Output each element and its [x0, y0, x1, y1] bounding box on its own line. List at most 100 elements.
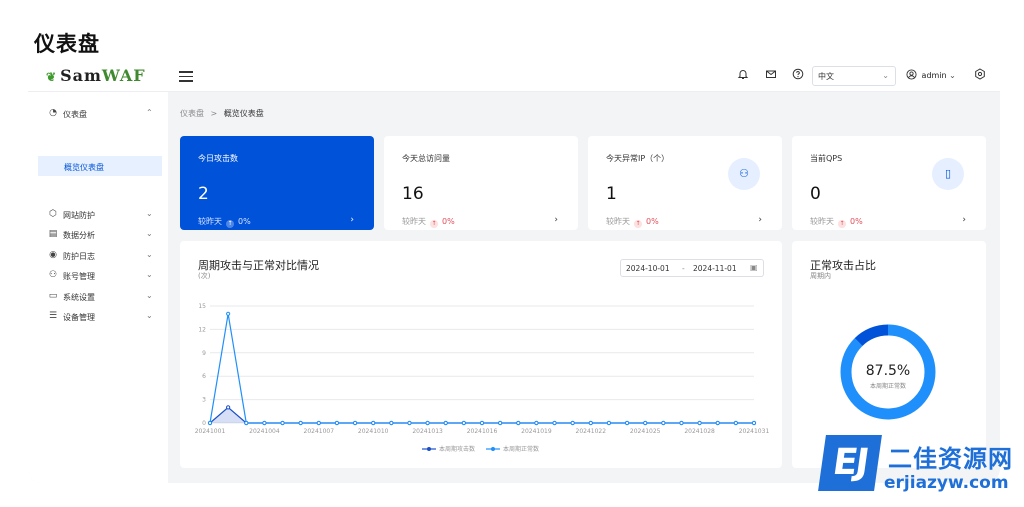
stat-card-qps[interactable]: 当前QPS 0 较昨天 ↑ 0% › ▯ [792, 136, 986, 230]
trend-up-icon: ↑ [226, 220, 234, 228]
x-tick-label: 20241010 [358, 428, 389, 435]
chevron-right-icon[interactable]: › [962, 215, 966, 225]
data-point [226, 405, 231, 410]
y-tick-label: 6 [202, 373, 206, 380]
stat-card-visits[interactable]: 今天总访问量 16 较昨天 ↑ 0% › [384, 136, 578, 230]
breadcrumb: 仪表盘 > 概览仪表盘 [180, 108, 264, 119]
chevron-down-icon: ⌄ [882, 71, 889, 80]
breadcrumb-separator: > [210, 109, 218, 118]
top-bar: ❦ SamWAF 中文 ⌄ admin ⌄ [28, 60, 1000, 92]
compare-label: 较昨天 [402, 217, 426, 226]
watermark-url: erjiazyw.com [884, 473, 1009, 493]
y-tick-label: 15 [198, 303, 206, 310]
mail-icon[interactable] [764, 68, 778, 82]
x-tick-label: 20241007 [304, 428, 335, 435]
chevron-right-icon[interactable]: › [554, 215, 558, 225]
x-tick-label: 20241004 [249, 428, 280, 435]
monitor-icon: ▭ [48, 291, 58, 301]
chart-icon: ▤ [48, 229, 58, 239]
username: admin [921, 71, 947, 80]
sidebar-item-protection[interactable]: ⬡ 网站防护 ⌄ [28, 205, 168, 225]
x-tick-label: 20241031 [739, 428, 770, 435]
series-line [209, 313, 754, 424]
bell-icon[interactable] [736, 68, 750, 82]
chevron-right-icon[interactable]: › [758, 215, 762, 225]
chevron-down-icon: ⌄ [146, 270, 153, 279]
data-point [352, 420, 358, 426]
stat-value: 1 [606, 184, 617, 204]
sidebar-item-label: 账号管理 [63, 272, 95, 281]
data-point [207, 420, 213, 426]
user-menu[interactable]: admin ⌄ [906, 69, 956, 80]
data-point [697, 420, 702, 426]
stat-value: 0 [810, 184, 821, 204]
data-point [280, 420, 285, 426]
sidebar-subitem-overview[interactable]: 概览仪表盘 [38, 156, 162, 176]
sidebar-item-devices[interactable]: ☰ 设备管理 ⌄ [28, 307, 168, 327]
chevron-down-icon: ⌄ [146, 209, 153, 218]
x-tick-label: 20241016 [467, 428, 498, 435]
sidebar: ◔ 仪表盘 ⌃ 概览仪表盘 ⬡ 网站防护 ⌄ ▤ 数据分析 ⌄ ◉ 防护日志 ⌄… [28, 92, 168, 483]
series-area [210, 407, 754, 423]
legend-marker [427, 447, 431, 451]
chevron-up-icon: ⌃ [146, 108, 153, 117]
data-point [751, 420, 757, 426]
sidebar-item-label: 数据分析 [63, 231, 95, 240]
pie-center-value: 87.5% [866, 363, 910, 379]
data-point [534, 420, 539, 426]
y-tick-label: 9 [202, 350, 206, 357]
file-icon: ▯ [932, 158, 964, 190]
sidebar-item-logs[interactable]: ◉ 防护日志 ⌄ [28, 246, 168, 266]
stat-card-abnormal-ip[interactable]: 今天异常IP（个） 1 较昨天 ↑ 0% › ⚇ [588, 136, 782, 230]
stat-compare: 较昨天 ↑ 0% [810, 216, 863, 228]
sidebar-item-dashboard[interactable]: ◔ 仪表盘 ⌃ [28, 104, 168, 124]
log-icon: ◉ [49, 250, 57, 260]
y-tick-label: 12 [198, 326, 206, 333]
chevron-right-icon[interactable]: › [350, 215, 354, 225]
chevron-down-icon: ⌄ [949, 71, 956, 80]
stat-value: 2 [198, 184, 209, 204]
pie-center-label: 本周期正常数 [870, 382, 906, 390]
x-tick-label: 20241013 [412, 428, 443, 435]
menu-icon[interactable] [178, 68, 194, 84]
y-tick-label: 0 [202, 420, 206, 427]
compare-pct: 0% [646, 217, 659, 226]
sidebar-item-analysis[interactable]: ▤ 数据分析 ⌄ [28, 225, 168, 245]
device-icon: ☰ [48, 311, 58, 321]
help-icon[interactable] [791, 68, 805, 82]
sidebar-item-accounts[interactable]: ⚇ 账号管理 ⌄ [28, 266, 168, 286]
x-tick-label: 20241022 [576, 428, 607, 435]
trend-up-icon: ↑ [430, 220, 438, 228]
watermark-logo: EJ [818, 435, 882, 491]
sidebar-item-settings[interactable]: ▭ 系统设置 ⌄ [28, 287, 168, 307]
data-point [588, 420, 593, 426]
logo: ❦ SamWAF [46, 66, 146, 85]
data-point [498, 420, 503, 426]
gear-icon[interactable] [973, 68, 987, 82]
language-select[interactable]: 中文 ⌄ [812, 66, 896, 86]
users-icon: ⚇ [728, 158, 760, 190]
data-point [389, 420, 394, 426]
data-point [679, 420, 684, 426]
app-window: ❦ SamWAF 中文 ⌄ admin ⌄ ◔ 仪表盘 ⌃ 概览仪表盘 ⬡ 网站… [28, 60, 1000, 483]
x-tick-label: 20241001 [195, 428, 226, 435]
breadcrumb-current: 概览仪表盘 [223, 109, 264, 118]
page-title: 仪表盘 [34, 32, 100, 56]
compare-label: 较昨天 [198, 217, 222, 226]
data-point [262, 420, 267, 426]
x-tick-label: 20241025 [630, 428, 661, 435]
leaf-icon: ❦ [46, 70, 58, 84]
logo-text-waf: WAF [101, 66, 146, 85]
sidebar-item-label: 系统设置 [63, 293, 95, 302]
site-watermark: EJ 二佳资源网 erjiazyw.com [818, 433, 1022, 495]
legend-label: 本周期正常数 [503, 445, 539, 453]
dashboard-icon: ◔ [49, 108, 57, 118]
data-point [316, 420, 321, 426]
data-point [715, 420, 720, 426]
breadcrumb-root[interactable]: 仪表盘 [180, 109, 204, 118]
data-point [624, 420, 630, 426]
stat-compare: 较昨天 ↑ 0% [402, 216, 455, 228]
stat-card-attacks[interactable]: 今日攻击数 2 较昨天 ↑ 0% › [180, 136, 374, 230]
trend-chart-card: 周期攻击与正常对比情况 (次) 2024-10-01 - 2024-11-01 … [180, 241, 782, 468]
data-point [733, 420, 738, 426]
